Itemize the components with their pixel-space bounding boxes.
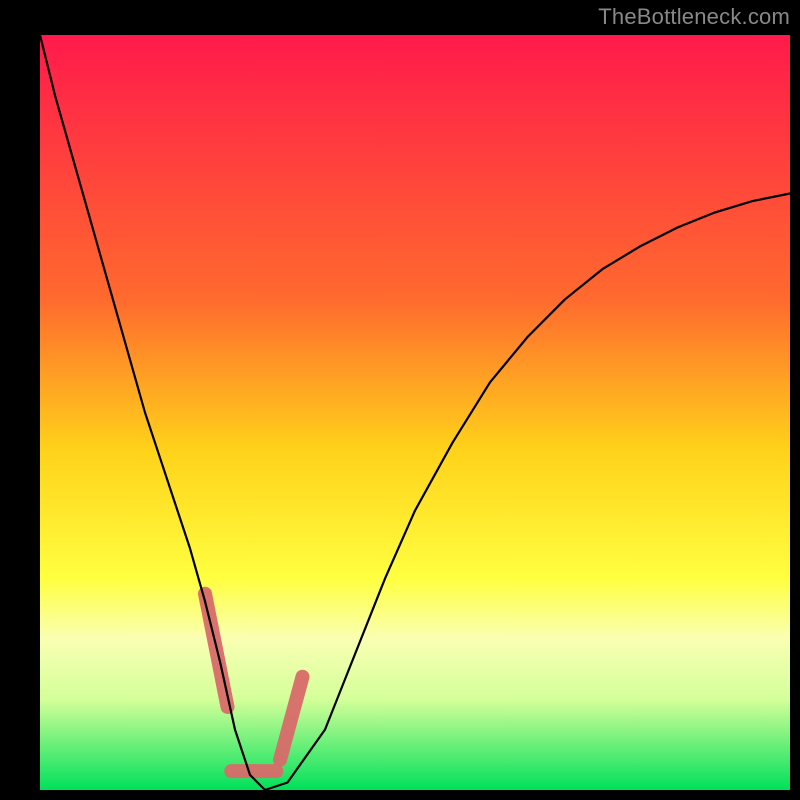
plot-background xyxy=(40,35,790,790)
chart-container: TheBottleneck.com xyxy=(0,0,800,800)
chart-svg xyxy=(0,0,800,800)
